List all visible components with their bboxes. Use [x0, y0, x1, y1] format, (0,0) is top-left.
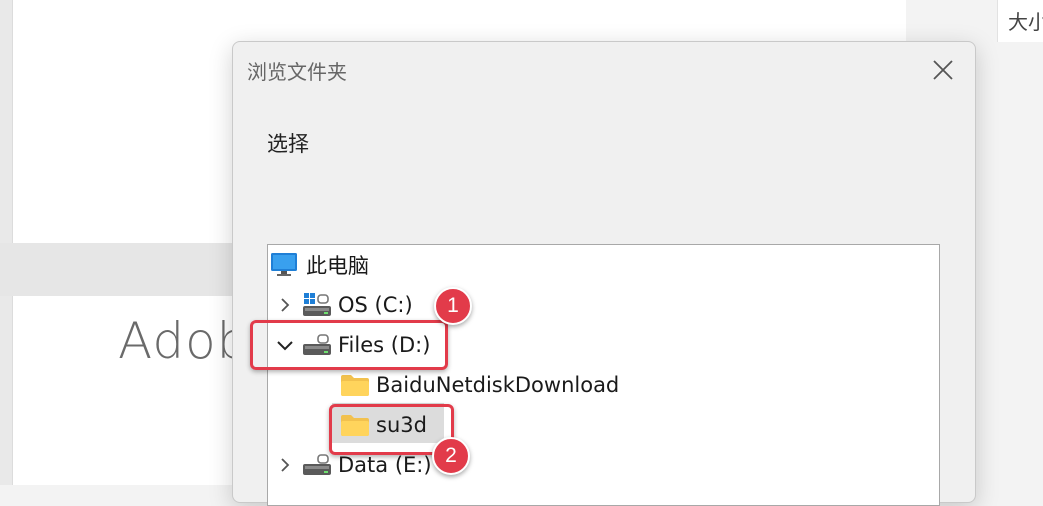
background-app-title: Adob [118, 312, 250, 370]
tree-item-label: Data (E:) [338, 453, 432, 477]
annotation-badge-step1: 1 [434, 287, 472, 325]
tree-item-baidunetdiskdownload[interactable]: BaiduNetdiskDownload [340, 367, 619, 403]
dialog-title: 浏览文件夹 [247, 60, 347, 84]
tree-item-label: OS (C:) [338, 293, 413, 317]
tree-item-os-c[interactable]: OS (C:) [274, 287, 413, 323]
chevron-right-icon[interactable] [274, 454, 296, 476]
annotation-badge-step2: 2 [432, 437, 470, 475]
tree-item-label: BaiduNetdiskDownload [376, 373, 620, 397]
tree-item-label: 此电脑 [306, 254, 369, 278]
close-icon [933, 60, 953, 80]
folder-tree[interactable]: 此电脑 OS (C:) Files (D:) BaiduNetdiskDownl… [267, 244, 940, 506]
dialog-instruction: 选择 [267, 132, 309, 156]
computer-icon [270, 252, 298, 278]
drive-icon [302, 452, 332, 478]
folder-icon [340, 373, 370, 397]
tree-item-this-pc[interactable]: 此电脑 [270, 247, 369, 283]
system-drive-icon [302, 292, 332, 318]
background-size-label: 大小 [1008, 10, 1043, 34]
chevron-right-icon[interactable] [274, 294, 296, 316]
close-button[interactable] [925, 52, 961, 88]
annotation-box-step1 [250, 320, 448, 370]
